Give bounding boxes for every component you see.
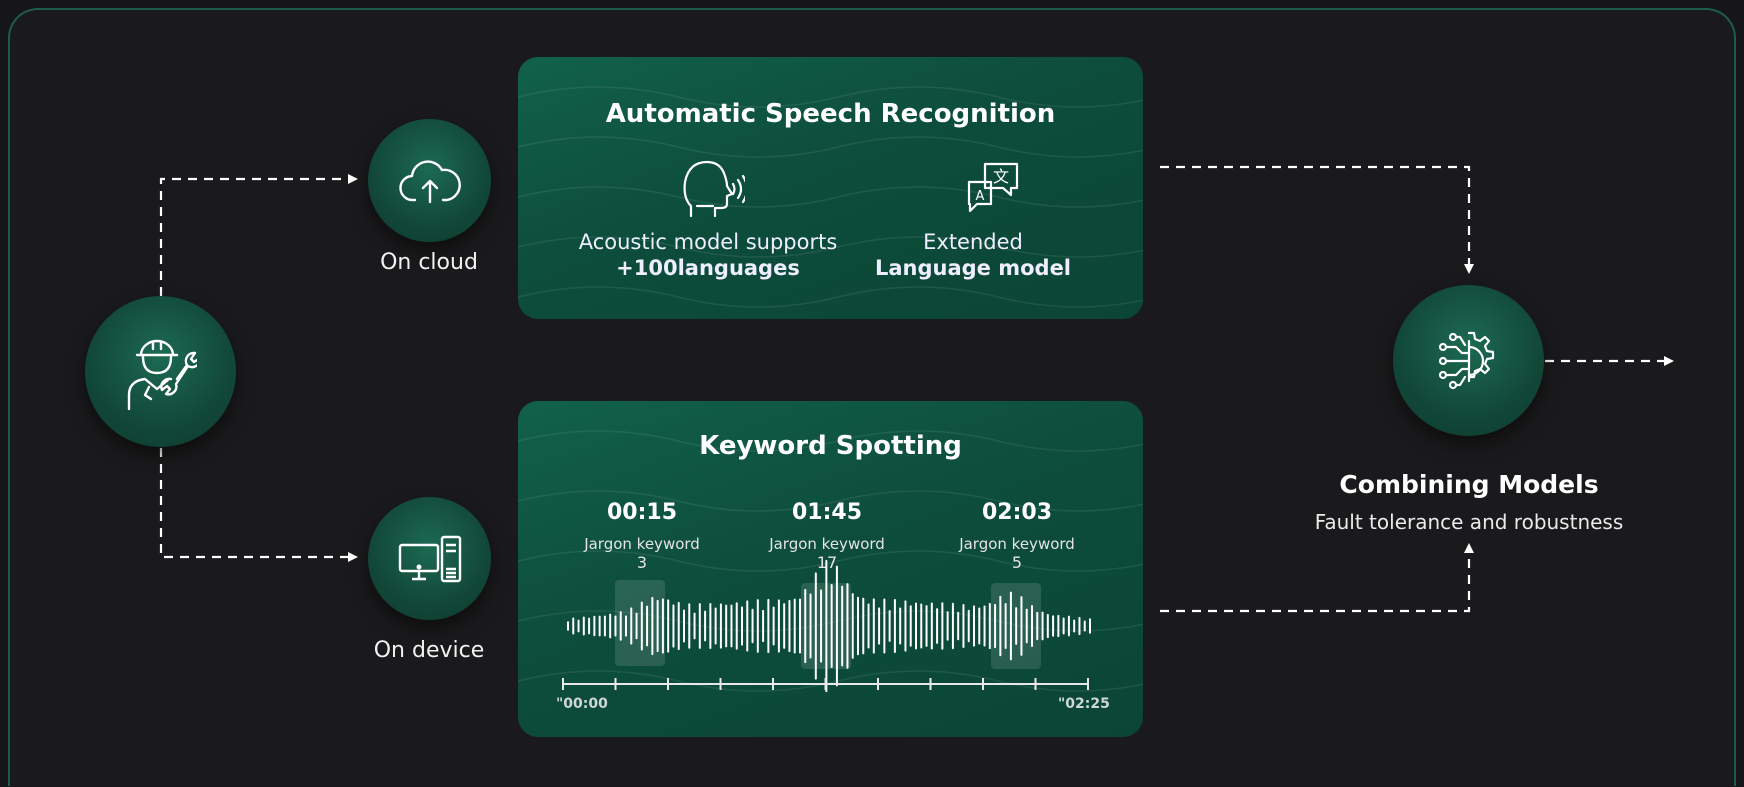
asr-title: Automatic Speech Recognition [605,99,1056,129]
cloud-label: On cloud [380,250,478,275]
language-line2: Language model [874,256,1072,280]
combine-subtitle: Fault tolerance and robustness [1314,510,1624,534]
svg-text:A: A [976,189,985,204]
connector-kws-to-combine [1160,543,1474,613]
device-node [368,497,491,620]
combine-title: Combining Models [1339,470,1599,499]
acoustic-line1: Acoustic model supports [578,230,838,254]
connector-to-device [159,448,358,562]
device-label: On device [373,638,485,663]
cloud-node [368,119,491,242]
kws-card: Keyword Spotting 00:15 Jargon keyword 3 … [518,401,1143,737]
speaking-head-icon [683,160,745,218]
language-feature: Extended Language model [853,229,1093,281]
connector-asr-to-combine [1160,165,1474,274]
cloud-upload-icon [398,159,461,203]
audio-waveform [562,559,1091,693]
combine-node [1393,285,1544,436]
acoustic-line2: +100languages [616,256,800,280]
acoustic-feature: Acoustic model supports +100languages [558,229,858,281]
timeline-start: "00:00 [556,696,608,712]
svg-text:文: 文 [993,167,1009,186]
asr-card: Automatic Speech Recognition Acoustic mo… [518,57,1143,319]
timeline-end: "02:25 [1058,696,1110,712]
engineer-wrench-icon [127,339,197,410]
translate-icon: 文 A [967,162,1019,213]
gear-circuit-icon [1438,331,1494,389]
language-line1: Extended [923,230,1023,254]
connector-to-cloud [159,174,358,296]
engineer-node [85,296,236,447]
desktop-computer-icon [398,535,461,582]
